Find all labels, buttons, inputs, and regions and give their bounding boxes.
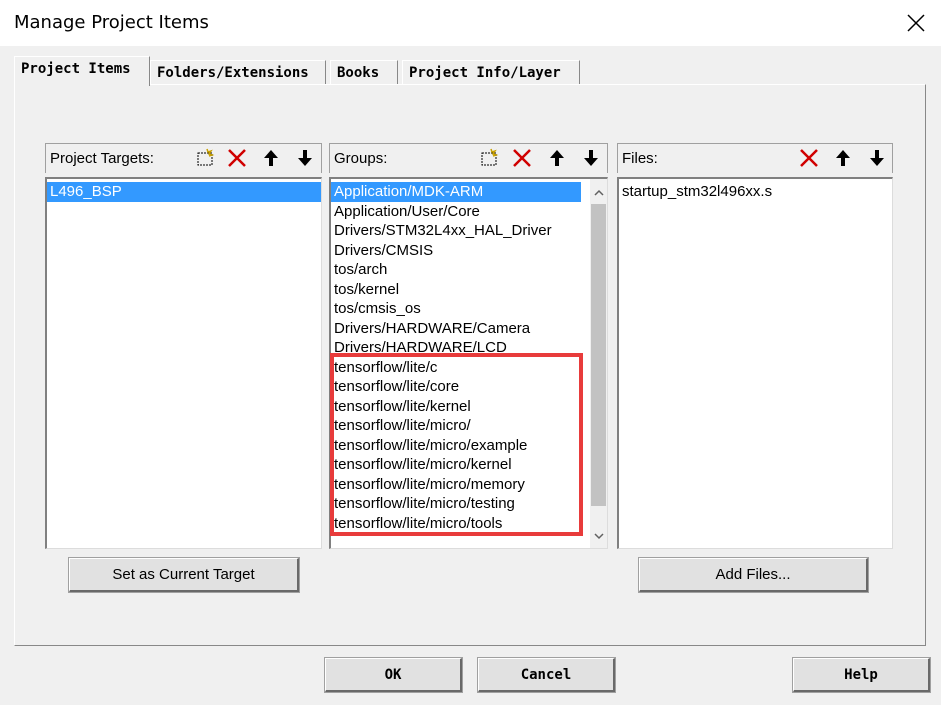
chevron-up-icon bbox=[593, 189, 604, 196]
move-up-icon bbox=[550, 150, 564, 166]
tab-label: Folders/Extensions bbox=[157, 65, 309, 81]
files-list[interactable]: startup_stm32l496xx.s bbox=[617, 177, 893, 549]
list-item[interactable]: tensorflow/lite/kernel bbox=[331, 397, 581, 417]
list-item[interactable]: tensorflow/lite/micro/kernel bbox=[331, 455, 581, 475]
list-item[interactable]: Application/MDK-ARM bbox=[331, 182, 581, 202]
targets-list[interactable]: L496_BSP bbox=[45, 177, 322, 549]
groups-label: Groups: bbox=[334, 150, 388, 167]
list-item[interactable]: tensorflow/lite/c bbox=[331, 358, 581, 378]
list-item[interactable]: Application/User/Core bbox=[331, 202, 581, 222]
move-down-icon bbox=[584, 150, 598, 166]
move-up-group-button[interactable] bbox=[542, 145, 572, 171]
list-item[interactable]: Drivers/HARDWARE/Camera bbox=[331, 319, 581, 339]
add-files-button[interactable]: Add Files... bbox=[638, 557, 869, 593]
list-item[interactable]: startup_stm32l496xx.s bbox=[619, 182, 892, 202]
delete-target-button[interactable] bbox=[222, 145, 252, 171]
tab-label: Books bbox=[337, 65, 380, 81]
move-down-file-button[interactable] bbox=[862, 145, 892, 171]
list-item[interactable]: tensorflow/lite/micro/example bbox=[331, 436, 581, 456]
window-title: Manage Project Items bbox=[14, 12, 209, 33]
new-icon bbox=[481, 148, 499, 166]
list-item[interactable]: tos/cmsis_os bbox=[331, 299, 581, 319]
set-current-target-button[interactable]: Set as Current Target bbox=[68, 557, 300, 593]
cancel-button[interactable]: Cancel bbox=[477, 657, 616, 693]
tab-label: Project Info/Layer bbox=[409, 65, 561, 81]
list-item[interactable]: tos/arch bbox=[331, 260, 581, 280]
list-item[interactable]: L496_BSP bbox=[47, 182, 321, 202]
new-target-button[interactable] bbox=[190, 145, 220, 171]
new-group-button[interactable] bbox=[474, 145, 504, 171]
ok-button[interactable]: OK bbox=[324, 657, 463, 693]
delete-icon bbox=[513, 149, 531, 167]
move-down-group-button[interactable] bbox=[576, 145, 606, 171]
scroll-down-button[interactable] bbox=[590, 528, 607, 545]
list-item[interactable]: tensorflow/lite/micro/tools bbox=[331, 514, 581, 534]
list-item[interactable]: tensorflow/lite/micro/testing bbox=[331, 494, 581, 514]
delete-group-button[interactable] bbox=[507, 145, 537, 171]
delete-icon bbox=[228, 149, 246, 167]
list-item[interactable]: tensorflow/lite/micro/ bbox=[331, 416, 581, 436]
groups-list[interactable]: Application/MDK-ARM Application/User/Cor… bbox=[329, 177, 608, 549]
tab-folders-extensions[interactable]: Folders/Extensions bbox=[150, 60, 326, 86]
list-item[interactable]: Drivers/HARDWARE/LCD bbox=[331, 338, 581, 358]
title-bar: Manage Project Items bbox=[0, 0, 941, 46]
tab-project-items[interactable]: Project Items bbox=[14, 56, 150, 86]
help-button[interactable]: Help bbox=[792, 657, 931, 693]
targets-header: Project Targets: bbox=[45, 143, 322, 173]
list-item[interactable]: tensorflow/lite/micro/memory bbox=[331, 475, 581, 495]
targets-label: Project Targets: bbox=[50, 150, 154, 167]
move-down-target-button[interactable] bbox=[290, 145, 320, 171]
tab-label: Project Items bbox=[21, 61, 131, 77]
move-up-file-button[interactable] bbox=[828, 145, 858, 171]
list-item[interactable]: Drivers/STM32L4xx_HAL_Driver bbox=[331, 221, 581, 241]
files-header: Files: bbox=[617, 143, 893, 173]
close-icon bbox=[907, 14, 925, 32]
close-button[interactable] bbox=[891, 0, 941, 46]
delete-icon bbox=[800, 149, 818, 167]
list-item[interactable]: tensorflow/lite/core bbox=[331, 377, 581, 397]
tab-project-info-layer[interactable]: Project Info/Layer bbox=[402, 60, 580, 86]
list-item[interactable]: Drivers/CMSIS bbox=[331, 241, 581, 261]
scroll-thumb[interactable] bbox=[591, 204, 606, 506]
move-up-icon bbox=[836, 150, 850, 166]
tab-books[interactable]: Books bbox=[330, 60, 398, 86]
new-icon bbox=[197, 148, 215, 166]
move-up-target-button[interactable] bbox=[256, 145, 286, 171]
scroll-up-button[interactable] bbox=[590, 184, 607, 201]
move-up-icon bbox=[264, 150, 278, 166]
move-down-icon bbox=[870, 150, 884, 166]
files-label: Files: bbox=[622, 150, 658, 167]
list-item[interactable]: tos/kernel bbox=[331, 280, 581, 300]
move-down-icon bbox=[298, 150, 312, 166]
groups-header: Groups: bbox=[329, 143, 608, 173]
delete-file-button[interactable] bbox=[794, 145, 824, 171]
chevron-down-icon bbox=[593, 533, 604, 540]
groups-scrollbar[interactable] bbox=[590, 179, 607, 548]
